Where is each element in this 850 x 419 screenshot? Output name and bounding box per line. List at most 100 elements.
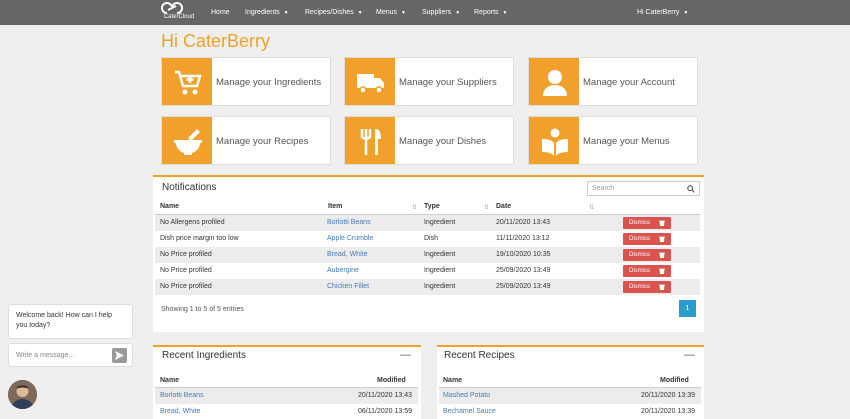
dismiss-label: Dismiss [629,220,650,226]
dismiss-label: Dismiss [629,252,650,258]
recent-ingredients-title: Recent Ingredients [162,350,246,361]
column-header-item[interactable]: Item [328,203,342,210]
nav-suppliers-label: Suppliers [422,9,452,16]
nav-reports-label: Reports [474,9,499,16]
recent-recipes-title: Recent Recipes [444,350,515,361]
caret-down-icon: ▼ [455,10,461,16]
dismiss-label: Dismiss [629,268,650,274]
page-greeting: Hi CaterBerry [161,31,271,51]
column-header-type[interactable]: Type [424,203,440,210]
cell-date: 25/09/2020 13:49 [496,267,551,274]
trash-icon [659,284,665,290]
table-row: Dish price margin too low Apple Crumble … [155,231,700,247]
tile-icon-box [162,117,212,164]
cell-item-link[interactable]: Bread, White [327,247,367,263]
cell-date: 25/09/2020 13:49 [496,283,551,290]
cell-type: Ingredient [424,283,456,290]
cell-name-link[interactable]: Bread, White [160,404,200,419]
person-avatar-icon [8,380,37,409]
notifications-title: Notifications [162,182,217,193]
nav-reports[interactable]: Reports ▼ [474,0,507,25]
dismiss-button[interactable]: Dismiss [623,265,671,277]
table-row: No Price profiled Aubergine Ingredient 2… [155,263,700,279]
collapse-icon[interactable]: — [400,350,411,361]
tile-label: Manage your Recipes [216,136,309,147]
tile-manage-menus[interactable]: Manage your Menus [528,116,698,165]
column-header-modified: Modified [377,377,406,384]
tile-icon-box [162,58,212,105]
column-header-name[interactable]: Name [160,203,179,210]
cell-name: No Price profiled [160,283,212,290]
table-row: Bread, White 06/11/2020 13:59 [155,404,418,419]
collapse-icon[interactable]: — [684,350,695,361]
nav-menus[interactable]: Menus ▼ [376,0,406,25]
column-header-name: Name [160,377,180,384]
table-row: No Price profiled Bread, White Ingredien… [155,247,700,263]
chat-message-input[interactable]: Write a message... [8,343,133,367]
chat-agent-avatar[interactable] [8,380,37,409]
tile-manage-account[interactable]: Manage your Account [528,57,698,106]
column-header-date[interactable]: Date [496,203,511,210]
tile-manage-recipes[interactable]: Manage your Recipes [161,116,331,165]
dismiss-button[interactable]: Dismiss [623,233,671,245]
send-icon [115,351,124,360]
sort-icon[interactable]: ⇅ [412,204,417,211]
dismiss-button[interactable]: Dismiss [623,281,671,293]
dismiss-label: Dismiss [629,236,650,242]
cell-type: Dish [424,235,439,242]
nav-suppliers[interactable]: Suppliers ▼ [422,0,460,25]
caret-down-icon: ▼ [502,10,508,16]
tile-label: Manage your Suppliers [399,77,497,88]
cell-name: Dish price margin too low [160,235,239,242]
cell-type: Ingredient [424,251,456,258]
trash-icon [659,252,665,258]
nav-user-menu[interactable]: Hi CaterBerry ▼ [637,0,688,25]
cell-type: Ingredient [424,219,456,226]
cell-item-link[interactable]: Apple Crumble [327,231,373,247]
cell-name-link[interactable]: Bechamel Sauce [443,404,496,419]
cell-item-link[interactable]: Chicken Fillet [327,279,369,295]
nav-recipes-dishes[interactable]: Recipes/Dishes ▼ [305,0,363,25]
notifications-search-input[interactable]: Search [587,181,700,196]
tile-label: Manage your Dishes [399,136,487,147]
sort-icon[interactable]: ⇅ [484,204,489,211]
table-row: Bechamel Sauce 20/11/2020 13:39 [439,404,701,419]
cart-plus-icon [175,70,202,95]
chat-message: Welcome back! How can I help you today? [16,312,112,329]
caret-down-icon: ▼ [683,10,689,16]
cell-name-link[interactable]: Borlotti Beans [160,388,204,404]
nav-ingredients[interactable]: Ingredients ▼ [245,0,289,25]
chat-send-button[interactable] [112,348,127,363]
nav-home[interactable]: Home [211,0,230,25]
tile-label: Manage your Menus [583,136,670,147]
tile-manage-ingredients[interactable]: Manage your Ingredients [161,57,331,106]
pagination-page-1[interactable]: 1 [679,300,696,317]
chat-input-placeholder: Write a message... [16,352,75,359]
cell-modified: 20/11/2020 13:39 [641,392,695,399]
caret-down-icon: ▼ [401,10,406,16]
cell-name: No Price profiled [160,251,212,258]
table-row: No Price profiled Chicken Fillet Ingredi… [155,279,700,295]
dismiss-button[interactable]: Dismiss [623,217,671,229]
trash-icon [659,220,665,226]
cell-name-link[interactable]: Mashed Potato [443,388,490,404]
tile-manage-suppliers[interactable]: Manage your Suppliers [344,57,514,106]
trash-icon [659,268,665,274]
column-header-modified: Modified [660,377,689,384]
catercloud-logo[interactable]: CaterCloud [161,2,197,21]
nav-recipes-label: Recipes/Dishes [305,9,354,16]
user-icon [543,70,567,96]
tile-icon-box [345,58,395,105]
dismiss-button[interactable]: Dismiss [623,249,671,261]
trash-icon [659,236,665,242]
chat-welcome-bubble: Welcome back! How can I help you today? [8,304,133,339]
cell-date: 20/11/2020 13:43 [496,219,550,226]
table-row: No Allergens profiled Borlotti Beans Ing… [155,215,700,231]
sort-icon[interactable]: ⇅ [589,204,594,211]
cell-type: Ingredient [424,267,456,274]
cell-item-link[interactable]: Borlotti Beans [327,215,371,231]
nav-home-label: Home [211,9,230,16]
cell-item-link[interactable]: Aubergine [327,263,359,279]
tile-manage-dishes[interactable]: Manage your Dishes [344,116,514,165]
nav-ingredients-label: Ingredients [245,9,280,16]
